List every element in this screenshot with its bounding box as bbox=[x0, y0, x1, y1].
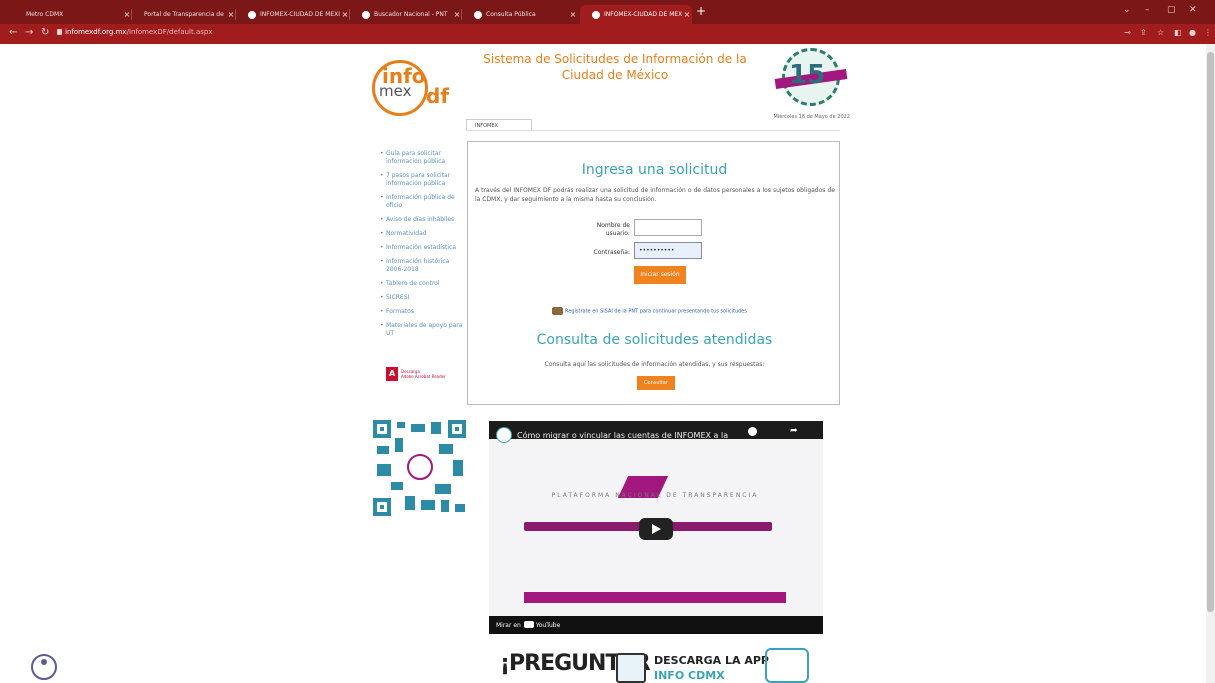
username-input[interactable] bbox=[634, 219, 702, 236]
logo-df-text: df bbox=[426, 84, 450, 108]
video-platform-text: PLATAFORMA NACIONAL DE TRANSPARENCIA bbox=[551, 492, 759, 499]
browser-tab-1[interactable]: Metro CDMX × bbox=[14, 5, 132, 24]
tab-divider bbox=[466, 130, 840, 131]
browser-tab-4[interactable]: Buscador Nacional - PNT × bbox=[350, 5, 462, 24]
site-title: Sistema de Solicitudes de Información de… bbox=[483, 52, 747, 82]
lock-icon bbox=[57, 29, 62, 35]
maximize-icon[interactable]: ▢ bbox=[1167, 5, 1176, 15]
tab-label: Buscador Nacional - PNT bbox=[374, 11, 448, 18]
star-icon[interactable]: ☆ bbox=[1157, 28, 1164, 37]
globe-icon bbox=[592, 10, 600, 19]
pnt-icon bbox=[362, 10, 370, 19]
channel-avatar[interactable] bbox=[496, 427, 512, 443]
watch-on-label: Mirar en bbox=[496, 622, 521, 629]
url-path: /InfomexDF/default.aspx bbox=[126, 28, 213, 36]
register-link[interactable]: Registrate en SISAI de la PNT para conti… bbox=[552, 307, 747, 315]
username-label: Nombre de usuario: bbox=[596, 222, 630, 237]
emblem-number: 15 bbox=[789, 60, 826, 90]
acrobat-icon bbox=[386, 367, 398, 381]
infomex-logo[interactable]: info mex df bbox=[372, 60, 452, 120]
banner-info-cdmx: INFO CDMX bbox=[654, 669, 725, 682]
browser-tab-2[interactable]: Portal de Transparencia de la CDMX × bbox=[132, 5, 236, 24]
tab-label: INFOMEX-CIUDAD DE MÉXICO bbox=[604, 11, 682, 18]
address-bar: ← → ↻ infomexdf.org.mx/InfomexDF/default… bbox=[0, 24, 1215, 44]
play-button[interactable] bbox=[639, 518, 673, 540]
url-domain: infomexdf.org.mx bbox=[65, 28, 127, 36]
video-player[interactable]: PLATAFORMA NACIONAL DE TRANSPARENCIA Cóm… bbox=[489, 421, 823, 634]
qr-center-logo bbox=[407, 454, 433, 480]
browser-tab-3[interactable]: INFOMEX-CIUDAD DE MÉXICO × bbox=[236, 5, 350, 24]
register-link-text: Registrate en SISAI de la PNT para conti… bbox=[565, 308, 747, 315]
tab-label: Metro CDMX bbox=[26, 11, 64, 18]
nav-item-materiales[interactable]: Materiales de apoyo para UT bbox=[380, 322, 464, 338]
heading-ingresa: Ingresa una solicitud bbox=[581, 162, 728, 178]
youtube-label: YouTube bbox=[535, 622, 561, 629]
nav-item-informacion-oficio[interactable]: Información pública de oficio bbox=[380, 194, 464, 210]
key-icon[interactable]: ⊸ bbox=[1124, 28, 1131, 37]
youtube-icon bbox=[523, 621, 534, 628]
video-title[interactable]: Cómo migrar o vincular las cuentas de IN… bbox=[517, 431, 728, 440]
watch-later-icon[interactable] bbox=[748, 427, 757, 436]
tab-label: INFOMEX-CIUDAD DE MÉXICO bbox=[260, 11, 340, 18]
intro-text: A través del INFOMEX DF podrás realizar … bbox=[475, 187, 835, 203]
nav-item-normatividad[interactable]: Normatividad bbox=[380, 230, 464, 238]
back-icon[interactable]: ← bbox=[9, 27, 17, 38]
nav-item-guia[interactable]: Guía para solicitar información pública bbox=[380, 150, 464, 166]
minimize-icon[interactable]: – bbox=[1145, 5, 1150, 15]
reload-icon[interactable]: ↻ bbox=[41, 27, 49, 38]
nav-item-7-pasos[interactable]: 7 pasos para solicitar información públi… bbox=[380, 172, 464, 188]
acrobat-download-link[interactable]: DescargaAdobe Acrobat Reader bbox=[386, 367, 446, 381]
window-close-icon[interactable]: ✕ bbox=[1189, 5, 1197, 15]
nav-item-sicresi[interactable]: SICRESI bbox=[380, 294, 464, 302]
new-tab-icon[interactable]: + bbox=[696, 4, 706, 18]
youtube-bar: Mirar en YouTube bbox=[489, 616, 823, 634]
hex-icon bbox=[765, 648, 809, 683]
password-label: Contraseña: bbox=[593, 249, 630, 256]
nav-item-tablero[interactable]: Tablero de control bbox=[380, 280, 464, 288]
login-button[interactable]: Iniciar sesión bbox=[634, 266, 686, 284]
tab-label: Consulta Pública bbox=[486, 11, 536, 18]
users-icon bbox=[552, 307, 563, 315]
login-panel: Ingresa una solicitud A través del INFOM… bbox=[467, 141, 840, 405]
qr-code bbox=[373, 420, 466, 516]
browser-tab-6-active[interactable]: INFOMEX-CIUDAD DE MÉXICO × bbox=[580, 5, 692, 24]
tab-label: Portal de Transparencia de la CDMX bbox=[144, 11, 226, 18]
close-icon[interactable]: × bbox=[568, 10, 578, 19]
scrollbar-thumb[interactable] bbox=[1207, 52, 1214, 612]
browser-tab-5[interactable]: Consulta Pública × bbox=[462, 5, 578, 24]
share-icon[interactable]: ⇪ bbox=[1140, 28, 1147, 37]
acrobat-line2: Adobe Acrobat Reader bbox=[401, 374, 446, 379]
close-icon[interactable]: × bbox=[682, 10, 692, 19]
tab-search-icon[interactable]: ⌄ bbox=[1123, 5, 1131, 15]
anniversary-emblem: 15 bbox=[774, 48, 848, 110]
globe-icon bbox=[248, 10, 256, 19]
forward-icon[interactable]: → bbox=[25, 27, 33, 38]
menu-icon[interactable]: ⋮ bbox=[1204, 28, 1212, 37]
nav-item-aviso-dias[interactable]: Aviso de días inhábiles bbox=[380, 216, 464, 224]
browser-tab-bar: Metro CDMX × Portal de Transparencia de … bbox=[0, 0, 1215, 24]
left-nav: Guía para solicitar información pública … bbox=[380, 150, 464, 344]
profile-icon[interactable]: ● bbox=[1189, 28, 1196, 37]
watch-on-youtube[interactable]: Mirar en YouTube bbox=[496, 621, 560, 629]
share-icon[interactable]: ➦ bbox=[790, 426, 798, 436]
nav-item-formatos[interactable]: Formatos bbox=[380, 308, 464, 316]
banner-descarga: DESCARGA LA APP bbox=[654, 654, 769, 667]
nav-item-historica[interactable]: Información histórica 2006-2018 bbox=[380, 258, 464, 274]
password-input[interactable]: •••••••••• bbox=[634, 242, 702, 259]
heading-consulta: Consulta de solicitudes atendidas bbox=[536, 332, 773, 348]
nav-item-estadistica[interactable]: Información estadística bbox=[380, 244, 464, 252]
consulta-text: Consulta aquí las solicitudes de informa… bbox=[544, 361, 765, 368]
url-field[interactable]: infomexdf.org.mx/InfomexDF/default.aspx bbox=[65, 28, 212, 36]
app-banner[interactable]: ¡PREGUNTAR DESCARGA LA APP INFO CDMX bbox=[497, 645, 827, 683]
consultar-button[interactable]: Consultar bbox=[637, 376, 675, 390]
logo-mex-text: mex bbox=[379, 82, 412, 100]
current-date: Miércoles 18 de Mayo de 2022 bbox=[773, 114, 850, 120]
phone-icon bbox=[616, 653, 646, 683]
sidepanel-icon[interactable]: ◧ bbox=[1174, 28, 1182, 37]
globe-icon bbox=[474, 10, 482, 19]
accessibility-icon[interactable] bbox=[31, 654, 57, 680]
